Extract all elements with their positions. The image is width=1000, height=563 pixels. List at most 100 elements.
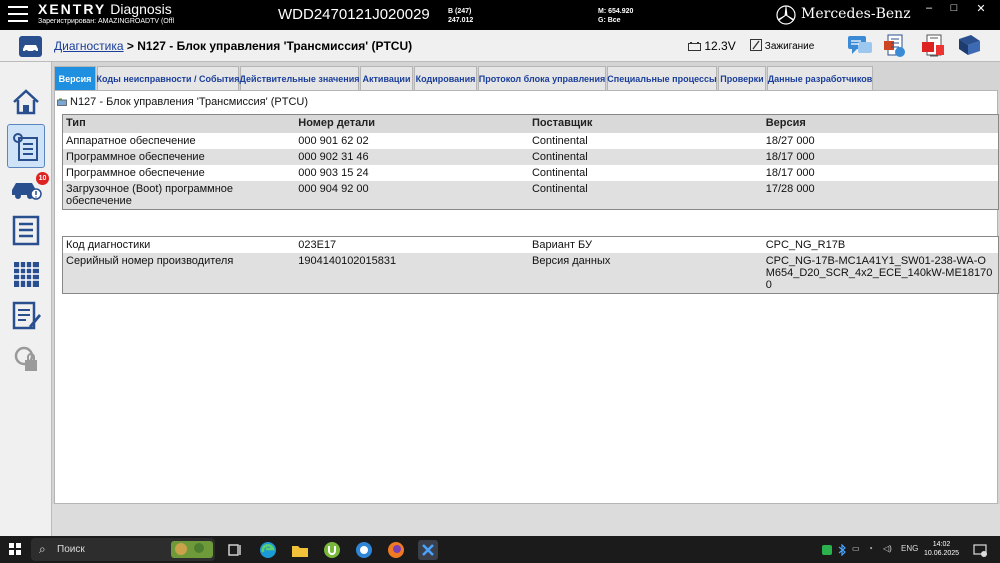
grid-table-icon[interactable]: [9, 258, 43, 290]
edge-browser-icon[interactable]: [258, 540, 278, 560]
car-icon: [23, 45, 38, 53]
app-title: XENTRY Diagnosis: [38, 1, 172, 17]
bluetooth-icon[interactable]: [838, 544, 846, 556]
table-cell: Программное обеспечение: [62, 164, 296, 181]
mercedes-star-icon: [776, 5, 796, 25]
chat-support-icon[interactable]: [846, 33, 874, 59]
ecu-diagnosis-icon[interactable]: [9, 130, 43, 162]
column-header: Номер детали: [295, 114, 529, 133]
taskbar: ⌕ Поиск ▭ ◔ ◁) ENG 14:02 10.06.2025: [0, 536, 1000, 563]
home-icon[interactable]: [9, 86, 43, 118]
ecu-module-icon: [57, 98, 67, 106]
table-cell: Continental: [528, 180, 763, 209]
security-settings-icon: [14, 346, 37, 371]
language-indicator[interactable]: ENG: [901, 544, 918, 553]
notifications-icon[interactable]: [973, 543, 987, 557]
tray-green-app-icon[interactable]: [822, 545, 832, 555]
tab-ecu-log[interactable]: Протокол блока управления: [478, 66, 606, 90]
table-cell: Вариант БУ: [529, 236, 763, 253]
tab-fault-codes[interactable]: Коды неисправности / События: [97, 66, 239, 90]
table-row: Загрузочное (Boot) программное обеспечен…: [62, 180, 999, 209]
minimize-button[interactable]: –: [918, 2, 940, 16]
version-panel: N127 - Блок управления 'Трансмиссия' (PT…: [54, 90, 999, 504]
column-header: Тип: [62, 114, 296, 133]
task-view-icon[interactable]: [225, 540, 245, 560]
tab-developer-data[interactable]: Данные разработчиков: [767, 66, 873, 90]
nav-bar: Диагностика > N127 - Блок управления 'Тр…: [0, 30, 1000, 62]
file-explorer-icon[interactable]: [290, 540, 310, 560]
vehicle-button[interactable]: [19, 36, 42, 57]
ecu-info-table: Код диагностики 023E17 Вариант БУ CPC_NG…: [62, 236, 999, 294]
ecu-title: N127 - Блок управления 'Трансмиссия' (PT…: [57, 96, 308, 108]
table-cell: Программное обеспечение: [62, 148, 296, 165]
table-cell: Версия данных: [529, 253, 763, 294]
mercedes-brand-text: Mercedes-Benz: [801, 6, 911, 22]
app-c-icon[interactable]: [354, 540, 374, 560]
registration-status: Зарегистрирован: AMAZINGROADTV (Offl: [38, 18, 175, 25]
version-table: Тип Номер детали Поставщик Версия Аппара…: [62, 114, 999, 210]
print-report-icon[interactable]: [881, 33, 909, 59]
tab-activations[interactable]: Активации: [360, 66, 413, 90]
pdf-document-icon[interactable]: [918, 33, 946, 59]
help-book-icon[interactable]: [955, 33, 983, 59]
vehicle-model: B (247) 247.012: [448, 8, 474, 24]
menu-icon[interactable]: [8, 6, 28, 24]
taskbar-search[interactable]: ⌕ Поиск: [31, 538, 215, 561]
vin-number: WDD2470121J020029: [278, 6, 430, 23]
title-bar: XENTRY Diagnosis Зарегистрирован: AMAZING…: [0, 0, 1000, 30]
tab-checks[interactable]: Проверки: [718, 66, 766, 90]
list-icon[interactable]: [9, 214, 43, 246]
app-u-icon[interactable]: [322, 540, 342, 560]
table-cell: 17/28 000: [762, 180, 999, 209]
windows-start-icon[interactable]: [9, 543, 21, 555]
firefox-icon[interactable]: [386, 540, 406, 560]
maximize-button[interactable]: □: [943, 2, 965, 16]
table-header-row: Тип Номер детали Поставщик Версия: [62, 114, 999, 133]
breadcrumb: Диагностика > N127 - Блок управления 'Тр…: [54, 39, 413, 53]
breadcrumb-current: N127 - Блок управления 'Трансмиссия' (PT…: [137, 39, 413, 53]
table-cell: 18/17 000: [762, 164, 999, 181]
table-cell: 023E17: [295, 236, 530, 253]
table-cell: Continental: [528, 148, 763, 165]
table-cell: 000 902 31 46: [295, 148, 529, 165]
column-header: Версия: [762, 114, 999, 133]
edit-document-icon[interactable]: [9, 300, 43, 332]
battery-voltage: 12.3V: [688, 39, 736, 53]
volume-icon[interactable]: ◁): [883, 544, 892, 553]
xentry-app-icon[interactable]: [418, 540, 438, 560]
search-icon: ⌕: [39, 542, 46, 556]
status-bar: [52, 504, 1000, 536]
table-cell: 1904140102015831: [295, 253, 530, 294]
table-cell: 000 901 62 02: [295, 132, 529, 149]
system-clock[interactable]: 14:02 10.06.2025: [924, 540, 959, 558]
table-cell: 18/27 000: [762, 132, 999, 149]
close-button[interactable]: ✕: [970, 2, 992, 16]
table-row: Программное обеспечение 000 902 31 46 Co…: [62, 148, 999, 165]
battery-tray-icon[interactable]: ▭: [852, 544, 860, 553]
table-row: Аппаратное обеспечение 000 901 62 02 Con…: [62, 132, 999, 149]
table-cell: CPC_NG-17B-MC1A41Y1_SW01-238-WA-OM654_D2…: [762, 253, 999, 294]
breadcrumb-link-diagnostics[interactable]: Диагностика: [54, 39, 124, 53]
sidebar: 10: [0, 62, 52, 536]
tab-special-procedures[interactable]: Специальные процессы: [607, 66, 717, 90]
table-cell: Код диагностики: [62, 236, 296, 253]
fault-count-badge: 10: [36, 172, 49, 185]
table-row: Серийный номер производителя 19041401020…: [62, 253, 999, 294]
column-header: Поставщик: [528, 114, 763, 133]
wifi-icon[interactable]: ◔: [868, 544, 873, 553]
table-row: Код диагностики 023E17 Вариант БУ CPC_NG…: [62, 236, 999, 253]
tab-actual-values[interactable]: Действительные значения: [240, 66, 360, 90]
ignition-status: Зажигание: [750, 39, 814, 52]
table-cell: Загрузочное (Boot) программное обеспечен…: [62, 180, 296, 209]
battery-icon: [688, 42, 701, 51]
table-cell: 18/17 000: [762, 148, 999, 165]
table-row: Программное обеспечение 000 903 15 24 Co…: [62, 164, 999, 181]
main-area: Версия Коды неисправности / События Дейс…: [52, 62, 1000, 536]
table-cell: Continental: [528, 132, 763, 149]
tab-version[interactable]: Версия: [54, 66, 96, 90]
search-highlight-illustration-icon: [171, 541, 213, 558]
table-cell: 000 903 15 24: [295, 164, 529, 181]
table-cell: Серийный номер производителя: [62, 253, 296, 294]
tab-codings[interactable]: Кодирования: [414, 66, 477, 90]
table-cell: CPC_NG_R17B: [762, 236, 999, 253]
